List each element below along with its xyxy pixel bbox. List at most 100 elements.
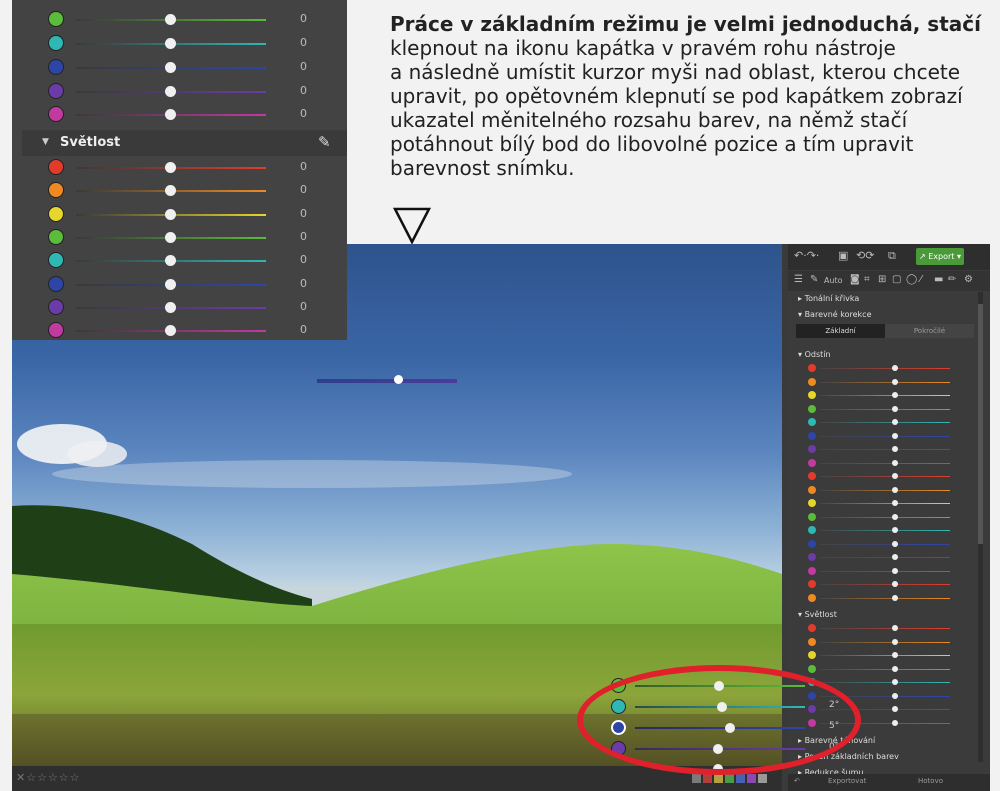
slider-knob[interactable]	[892, 652, 898, 658]
slider-track[interactable]	[820, 368, 950, 369]
auto-button[interactable]: Auto	[824, 276, 843, 285]
slider-knob[interactable]	[165, 231, 176, 243]
slider-knob[interactable]	[165, 62, 176, 73]
mini-slider-row[interactable]	[808, 416, 968, 429]
slider-knob[interactable]	[892, 554, 898, 560]
slider-track[interactable]	[820, 422, 950, 423]
lightness-slider-row[interactable]: 0	[12, 319, 347, 340]
slider-track[interactable]	[820, 462, 950, 464]
lightness-slider-row[interactable]: 0	[12, 156, 347, 179]
mini-slider-row[interactable]	[808, 376, 968, 389]
slider-knob[interactable]	[165, 38, 176, 49]
slider-track[interactable]	[820, 516, 950, 518]
slider-knob[interactable]	[892, 486, 898, 493]
lightness-slider-row[interactable]: 0	[12, 249, 347, 272]
slider-track[interactable]	[820, 381, 950, 383]
slider-track[interactable]	[820, 476, 950, 477]
lightness-slider-row[interactable]: 0	[12, 296, 347, 319]
mini-slider-row[interactable]	[808, 457, 968, 470]
slider-knob[interactable]	[892, 625, 898, 631]
slider-track[interactable]	[820, 530, 950, 531]
hue-slider-row[interactable]: 0	[12, 80, 347, 103]
menu-icon[interactable]: ☰	[794, 274, 803, 285]
slider-knob[interactable]	[892, 419, 898, 425]
slider-knob[interactable]	[892, 432, 898, 439]
slider-knob[interactable]	[892, 527, 898, 533]
slider-track[interactable]	[820, 435, 950, 437]
slider-knob[interactable]	[892, 473, 898, 479]
slider-knob[interactable]	[165, 162, 176, 173]
slider-knob[interactable]	[892, 581, 898, 587]
section-lightness[interactable]: ▾ Světlost	[788, 608, 978, 622]
done-button[interactable]: Hotovo	[918, 777, 943, 785]
export-button[interactable]: ↗ Export ▾	[916, 248, 964, 265]
lightness-header[interactable]: ▼ Světlost ✎	[22, 130, 347, 156]
slider-track[interactable]	[820, 503, 950, 504]
crop-icon[interactable]: ▣	[838, 249, 848, 262]
share-icon[interactable]: ⧉	[888, 249, 896, 263]
slider-track[interactable]	[820, 682, 950, 683]
mini-slider-row[interactable]	[808, 430, 968, 443]
slider-track[interactable]	[820, 408, 950, 410]
slider-knob[interactable]	[892, 679, 898, 685]
slider-knob[interactable]	[165, 14, 176, 25]
mini-slider-row[interactable]	[808, 470, 968, 483]
gradient-icon[interactable]: ⁄	[920, 274, 922, 285]
floating-slider-knob[interactable]	[394, 375, 403, 384]
slider-knob[interactable]	[892, 719, 898, 726]
hue-slider-row[interactable]: 0	[12, 103, 347, 126]
slider-knob[interactable]	[892, 405, 898, 412]
slider-knob[interactable]	[892, 706, 898, 712]
section-hue[interactable]: ▾ Odstín	[788, 348, 978, 362]
lightness-slider-row[interactable]: 0	[12, 179, 347, 202]
mini-slider-row[interactable]	[808, 551, 968, 564]
mini-slider-row[interactable]	[808, 592, 968, 605]
mini-slider-row[interactable]	[808, 497, 968, 510]
mini-slider-row[interactable]	[808, 622, 968, 635]
mini-slider-row[interactable]	[808, 636, 968, 649]
slider-track[interactable]	[820, 557, 950, 558]
settings-gear-icon[interactable]: ⚙	[964, 274, 973, 285]
tab-advanced[interactable]: Pokročilé	[885, 324, 974, 338]
collapse-triangle-icon[interactable]: ▼	[42, 137, 49, 147]
mini-slider-row[interactable]	[808, 578, 968, 591]
slider-knob[interactable]	[892, 665, 898, 672]
frame-icon[interactable]: ▢	[892, 274, 901, 285]
slider-knob[interactable]	[165, 185, 176, 197]
hue-slider-row[interactable]: 0	[12, 32, 347, 55]
mini-slider-row[interactable]	[808, 403, 968, 416]
undo-icon[interactable]: ↶·↷·	[794, 249, 819, 262]
slider-track[interactable]	[820, 628, 950, 629]
line-icon[interactable]: ▬	[934, 274, 943, 285]
section-tonal-curve[interactable]: ▸ Tonální křivka	[788, 292, 978, 306]
slider-knob[interactable]	[892, 392, 898, 398]
section-color-correction[interactable]: ▾ Barevné korekce	[788, 308, 978, 322]
rating-stars-icon[interactable]: ✕☆☆☆☆☆	[16, 771, 81, 784]
lightness-slider-row[interactable]: 0	[12, 273, 347, 296]
mini-slider-row[interactable]	[808, 362, 968, 375]
slider-track[interactable]	[820, 584, 950, 585]
hue-slider-row[interactable]: 0	[12, 56, 347, 79]
slider-track[interactable]	[820, 655, 950, 656]
slider-track[interactable]	[820, 597, 950, 599]
camera-icon[interactable]: ◙	[850, 274, 860, 285]
slider-track[interactable]	[820, 668, 950, 670]
mini-slider-row[interactable]	[808, 538, 968, 551]
mini-slider-row[interactable]	[808, 663, 968, 676]
mini-slider-row[interactable]	[808, 565, 968, 578]
slider-knob[interactable]	[165, 255, 176, 267]
lightness-slider-row[interactable]: 0	[12, 203, 347, 226]
slider-knob[interactable]	[165, 109, 176, 120]
slider-knob[interactable]	[892, 567, 898, 574]
rotate-icon[interactable]: ⟲⟳	[856, 249, 874, 262]
eyedropper-icon[interactable]: ✎	[318, 133, 331, 151]
slider-track[interactable]	[820, 449, 950, 450]
transform-icon[interactable]: ⊞	[878, 274, 886, 285]
mini-slider-row[interactable]	[808, 649, 968, 662]
brush-icon[interactable]: ✏	[948, 274, 956, 285]
slider-track[interactable]	[820, 543, 950, 545]
circle-icon[interactable]: ◯	[906, 274, 917, 285]
mini-slider-row[interactable]	[808, 511, 968, 524]
mini-slider-row[interactable]	[808, 443, 968, 456]
lightness-slider-row[interactable]: 0	[12, 226, 347, 249]
